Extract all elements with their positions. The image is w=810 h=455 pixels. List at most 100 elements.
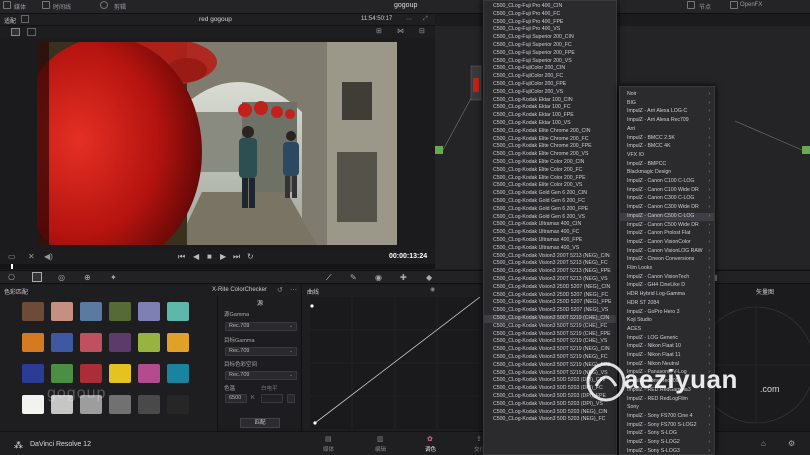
lut-menu-item[interactable]: C500_CLog-Kodak Vision3 200T 5213 (NEG)_… [493, 276, 608, 282]
play-reverse-button[interactable]: ◀ [193, 252, 199, 261]
lut-menu-item[interactable]: C500_CLog-Kodak Gold Gen 6 200_FPE [493, 206, 588, 212]
lut-folder-item[interactable]: ImpulZ - Arri Alexa Rec709 [627, 117, 689, 123]
lut-folder-item[interactable]: ImpulZ - BMCC 4K [627, 143, 671, 149]
lut-folder-item[interactable]: ImpulZ - Arri Alexa LOG-C [627, 108, 687, 114]
lut-menu-item[interactable]: C500_CLog-Kodak Vision3 250D 5207 (NEG)_… [493, 292, 608, 298]
tab-media[interactable]: 媒体 [14, 2, 26, 11]
lut-menu-item[interactable]: C500_CLog-Kodak Ektar 100_CIN [493, 97, 573, 103]
lut-menu-item[interactable]: C500_CLog-Kodak Vision3 50D 5203 (NEG)_F… [493, 416, 605, 422]
lut-folder-item[interactable]: BIG [627, 100, 636, 106]
openfx-icon[interactable] [730, 1, 738, 9]
lut-menu-item[interactable]: C500_CLog-Kodak Gold Gen 6 200_VS [493, 214, 585, 220]
tab-openfx[interactable]: OpenFX [740, 2, 762, 8]
home-icon[interactable]: ⌂ [761, 439, 766, 448]
timeline-icon[interactable] [42, 1, 50, 9]
color-swatch[interactable] [109, 302, 131, 321]
lut-menu-item[interactable]: C500_CLog-Kodak Gold Gen 6 200_FC [493, 198, 585, 204]
wipe-icon[interactable]: ⋈ [397, 27, 404, 35]
lut-folder-item[interactable]: ImpulZ - Canon VisionColor [627, 239, 691, 245]
lut-menu-item[interactable]: C500_CLog-Kodak Vision3 500T 5219 (NEG)_… [493, 346, 610, 352]
lut-menu-item[interactable]: C500_CLog-Kodak Gold Gen 6 200_CIN [493, 190, 587, 196]
lut-menu-item[interactable]: C500_CLog-Fuji Superior 200_FC [493, 42, 572, 48]
lut-menu-item[interactable]: C500_CLog-Fuji Pro 400_FC [493, 11, 560, 17]
lut-menu-item[interactable]: C500_CLog-Kodak Ultramax 400_CIN [493, 221, 581, 227]
tab-media-page[interactable]: ▤ 媒体 [316, 434, 342, 454]
lut-menu-item[interactable]: C500_CLog-Kodak Vision3 500T 5219 (CHE)_… [493, 331, 610, 337]
tracker-icon[interactable]: ✚ [400, 273, 407, 282]
color-swatch[interactable] [138, 333, 160, 352]
color-swatch[interactable] [80, 333, 102, 352]
lut-menu-item[interactable]: C500_CLog-Kodak Ultramax 400_FPE [493, 237, 582, 243]
tab-nodes[interactable]: 节点 [699, 2, 711, 11]
blur-icon[interactable]: ◆ [426, 273, 432, 282]
target-space-select[interactable]: Rec.709 [225, 371, 297, 380]
tab-edit[interactable]: 剪辑 [114, 2, 126, 11]
lut-folder-item[interactable]: ImpulZ - Canon C500 Wide DR [627, 222, 699, 228]
color-swatch[interactable] [22, 302, 44, 321]
lut-menu-item[interactable]: C500_CLog-Kodak Vision3 500T 5219 (CHE)_… [493, 323, 607, 329]
viewer-options-icon[interactable]: ⋯ [406, 16, 412, 23]
lut-menu-item[interactable]: C500_CLog-Fuji Pro 400_CIN [493, 3, 562, 9]
panel-menu-icon[interactable]: ⋯ [290, 286, 297, 294]
playhead[interactable] [11, 264, 13, 269]
lut-menu-item[interactable]: C500_CLog-Kodak Vision3 250D 5207 (NEG)_… [493, 284, 610, 290]
lut-folder-item[interactable]: ImpulZ - Sony FS700 S-LOG2 [627, 422, 696, 428]
lut-folder-item[interactable]: ImpulZ - Sony S-LOG3 [627, 448, 680, 454]
lut-folder-item[interactable]: ImpulZ - BMPCC [627, 161, 666, 167]
tab-color-page[interactable]: ✿ 调色 [418, 434, 444, 454]
lut-folder-item[interactable]: HDR Hybrid Log-Gamma [627, 291, 685, 297]
lut-menu-item[interactable]: C500_CLog-FujiColor 200_VS [493, 89, 563, 95]
target-gamma-select[interactable]: Rec.709 [225, 347, 297, 356]
split-viewer-icon[interactable] [27, 28, 36, 36]
lut-folder-item[interactable]: Noir [627, 91, 637, 97]
stop-button[interactable]: ■ [207, 252, 212, 261]
white-level-input[interactable] [261, 394, 283, 403]
lut-folder-item[interactable]: ImpulZ - Sony S-LOG2 [627, 439, 680, 445]
color-swatch[interactable] [80, 364, 102, 383]
lut-menu-item[interactable]: C500_CLog-FujiColor 200_FC [493, 73, 563, 79]
lut-folder-item[interactable]: Arri [627, 126, 635, 132]
color-wheels-icon[interactable]: ◎ [58, 273, 65, 282]
marker-icon[interactable]: ⊞ [376, 27, 382, 35]
single-viewer-icon[interactable] [11, 28, 20, 36]
lut-folder-item[interactable]: ImpulZ - Nikon Flaat 10 [627, 343, 681, 349]
play-button[interactable]: ▶ [220, 252, 226, 261]
chart-type-select[interactable]: X-Rite ColorChecker [212, 287, 267, 293]
viewer-expand-icon[interactable]: ⤢ [423, 16, 428, 23]
lut-folder-item[interactable]: ImpulZ - BMCC 2.5K [627, 135, 675, 141]
color-swatch[interactable] [138, 302, 160, 321]
lut-folder-item[interactable]: ImpulZ - LOG Generic [627, 335, 678, 341]
lut-menu-item[interactable]: C500_CLog-Kodak Vision3 200T 5213 (NEG)_… [493, 268, 611, 274]
lut-folder-item[interactable]: Blackmagic Design [627, 169, 671, 175]
color-swatch[interactable] [51, 302, 73, 321]
color-match-icon[interactable] [32, 272, 42, 282]
qualifier-icon[interactable]: ✎ [350, 273, 357, 282]
scope-type-select[interactable]: 矢量图 [756, 287, 774, 296]
last-frame-button[interactable]: ⏭ [233, 252, 240, 262]
lut-menu-item[interactable]: C500_CLog-Fuji Superior 200_VS [493, 58, 572, 64]
bypass-icon[interactable]: ✕ [28, 252, 35, 261]
white-level-swatch[interactable] [287, 394, 295, 403]
nodes-icon[interactable] [687, 1, 695, 9]
lut-menu-item[interactable]: C500_CLog-Fuji Superior 200_CIN [493, 34, 574, 40]
media-icon[interactable] [3, 1, 11, 9]
lut-menu-item[interactable]: C500_CLog-Kodak Elite Color 200_VS [493, 182, 582, 188]
lut-folder-item[interactable]: ImpulZ - Canon C100 C-LOG [627, 178, 694, 184]
fit-label[interactable]: 适配 [4, 16, 16, 25]
lut-folder-item[interactable]: ImpulZ - Canon VisionTech [627, 274, 689, 280]
lut-menu-item[interactable]: C500_CLog-Kodak Ektar 100_FPE [493, 112, 574, 118]
tab-timeline[interactable]: 时间线 [53, 2, 71, 11]
color-swatch[interactable] [109, 333, 131, 352]
curves-mode-icon[interactable]: ◉ [430, 286, 435, 293]
lut-folder-item[interactable]: ACES [627, 326, 641, 332]
reset-icon[interactable]: ↺ [277, 286, 283, 294]
lut-folder-item[interactable]: ImpulZ - Canon C300 Wide DR [627, 204, 699, 210]
lut-menu-item[interactable]: C500_CLog-Kodak Elite Color 200_CIN [493, 159, 584, 165]
lut-menu-item[interactable]: C500_CLog-Kodak Ultramax 400_VS [493, 245, 579, 251]
rgb-mixer-icon[interactable]: ⊕ [84, 273, 91, 282]
color-swatch[interactable] [80, 302, 102, 321]
lut-menu-item[interactable]: C500_CLog-Kodak Vision3 250D 5207 (NEG)_… [493, 299, 611, 305]
zoom-dropdown[interactable] [21, 15, 29, 23]
color-swatch[interactable] [109, 364, 131, 383]
lut-menu-item[interactable]: C500_CLog-Kodak Vision3 200T 5213 (NEG)_… [493, 253, 610, 259]
